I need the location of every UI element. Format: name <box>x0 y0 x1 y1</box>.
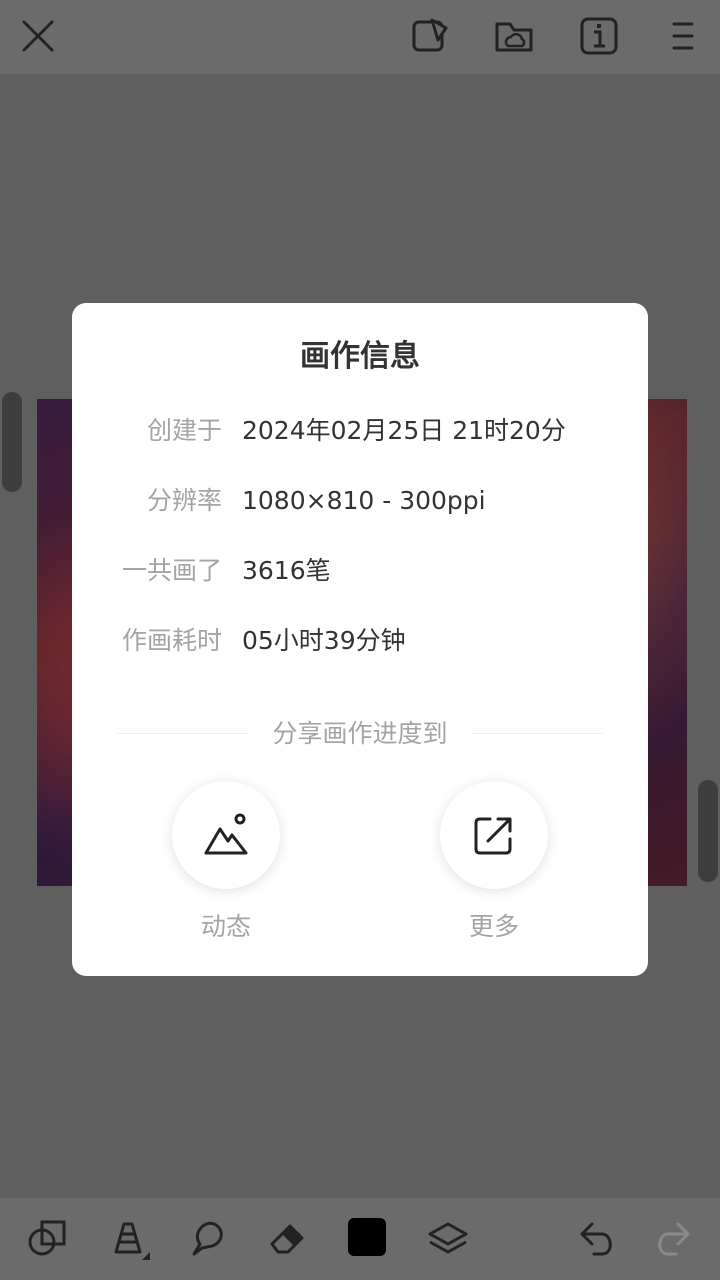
info-label: 创建于 <box>146 416 222 445</box>
share-moments-label: 动态 <box>200 912 251 941</box>
cloud-folder-icon[interactable] <box>492 14 536 58</box>
canvas-edit-icon[interactable] <box>408 14 452 58</box>
left-scroll-handle[interactable] <box>2 392 22 492</box>
shapes-icon[interactable] <box>24 1214 72 1262</box>
bottom-toolbar <box>0 1198 720 1280</box>
info-label: 一共画了 <box>121 556 222 585</box>
undo-icon[interactable] <box>574 1214 622 1262</box>
info-value: 2024年02月25日 21时20分 <box>242 416 566 445</box>
info-row-strokes: 一共画了 3616笔 <box>72 551 648 591</box>
dialog-title: 画作信息 <box>300 339 420 374</box>
close-icon[interactable] <box>16 14 60 58</box>
redo-icon[interactable] <box>648 1214 696 1262</box>
info-label: 作画耗时 <box>121 626 222 655</box>
pen-icon[interactable] <box>104 1214 152 1262</box>
layers-icon[interactable] <box>424 1214 472 1262</box>
share-more-button[interactable] <box>440 781 548 889</box>
info-label: 分辨率 <box>146 486 222 515</box>
share-moments-button[interactable] <box>172 781 280 889</box>
info-value: 05小时39分钟 <box>242 626 406 655</box>
share-more-label: 更多 <box>468 912 519 941</box>
info-value: 3616笔 <box>242 556 331 585</box>
info-icon[interactable] <box>577 14 621 58</box>
top-toolbar <box>0 0 720 74</box>
artwork-info-dialog: 画作信息 创建于 2024年02月25日 21时20分 分辨率 1080×810… <box>72 303 648 976</box>
smudge-icon[interactable] <box>184 1214 232 1262</box>
info-row-duration: 作画耗时 05小时39分钟 <box>72 621 648 661</box>
right-scroll-handle[interactable] <box>698 780 718 882</box>
external-share-icon <box>474 817 512 855</box>
share-heading: 分享画作进度到 <box>272 719 448 748</box>
info-row-created: 创建于 2024年02月25日 21时20分 <box>72 411 648 451</box>
eraser-icon[interactable] <box>264 1214 312 1262</box>
image-mountain-icon <box>204 813 248 855</box>
menu-icon[interactable] <box>660 14 704 58</box>
color-swatch-icon[interactable] <box>344 1214 392 1262</box>
info-row-resolution: 分辨率 1080×810 - 300ppi <box>72 481 648 521</box>
info-value: 1080×810 - 300ppi <box>242 486 486 515</box>
